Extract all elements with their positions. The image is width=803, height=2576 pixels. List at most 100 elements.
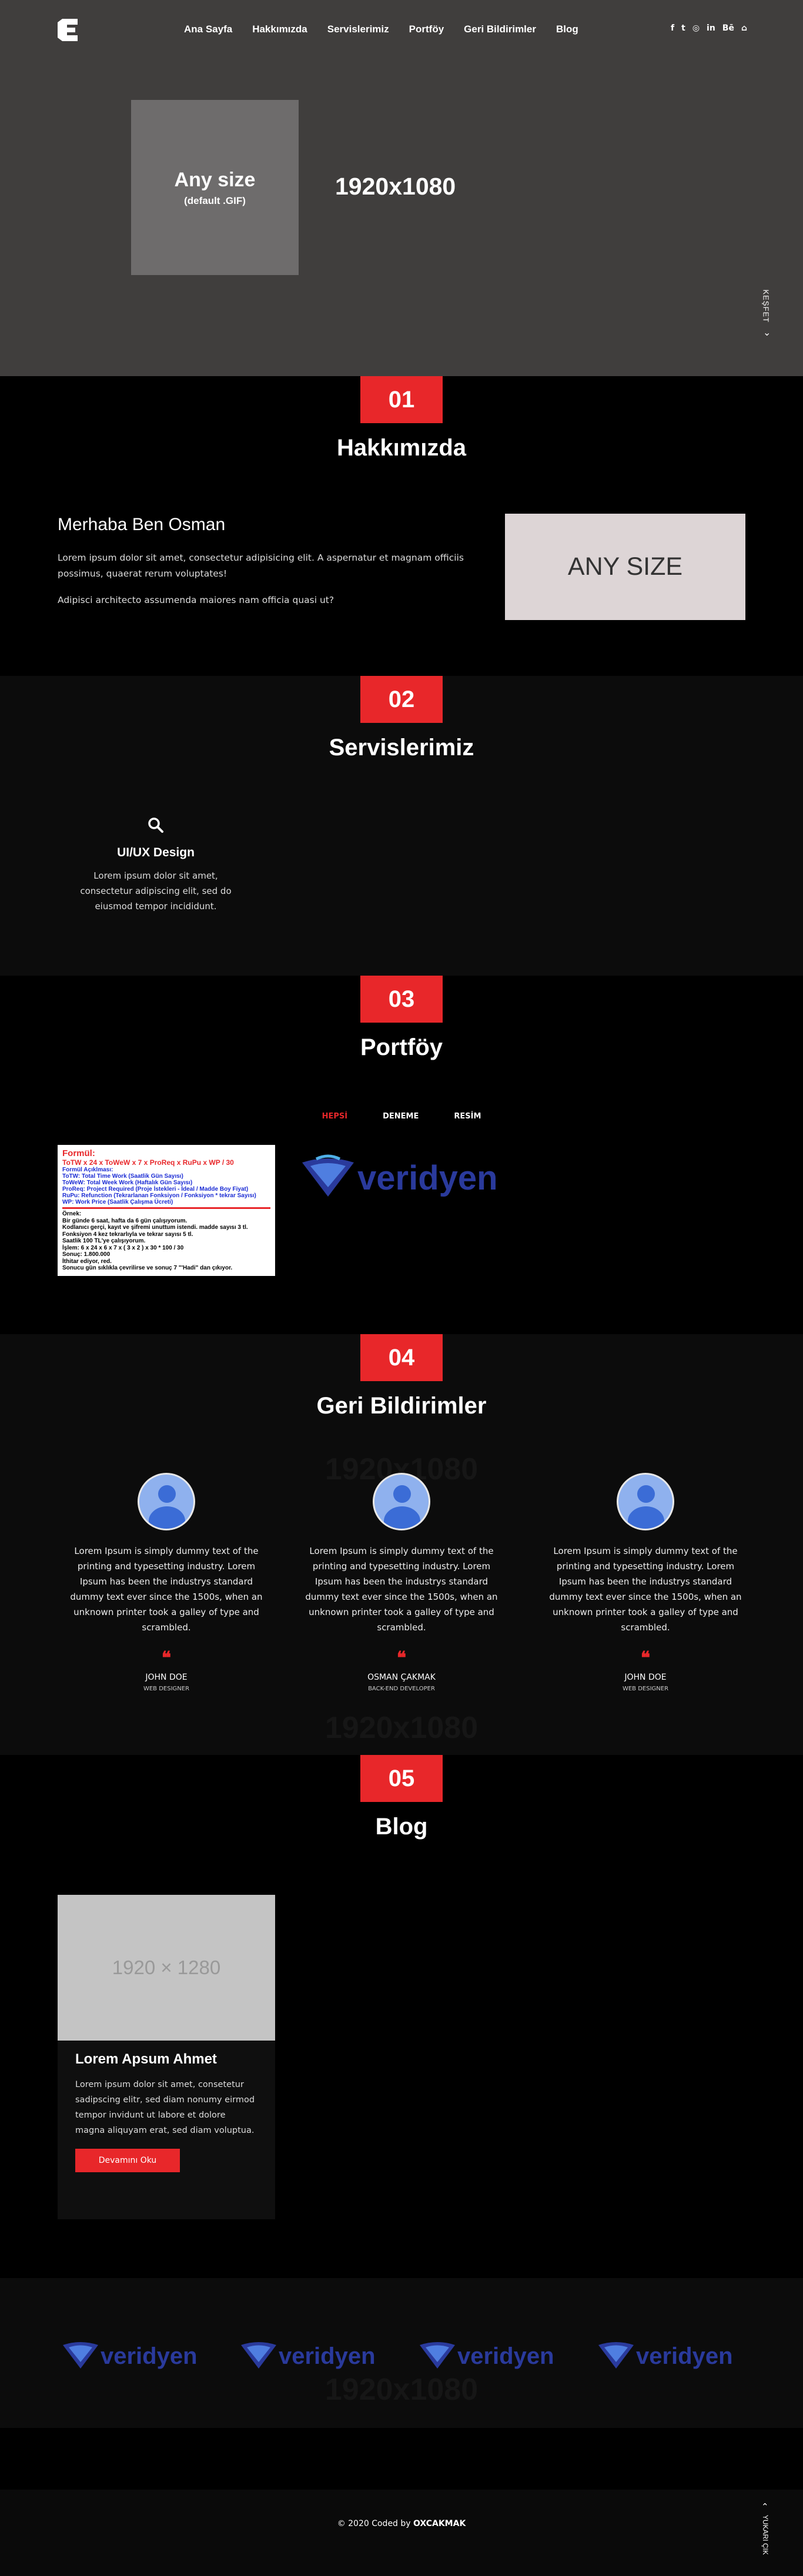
veridyen-logo-text: veridyen: [357, 1159, 498, 1197]
facebook-icon[interactable]: f: [671, 24, 674, 33]
client-logo: veridyen: [241, 2342, 376, 2369]
testimonial-card: Lorem Ipsum is simply dummy text of the …: [66, 1473, 266, 1692]
read-more-button[interactable]: Devamını Oku: [75, 2149, 180, 2172]
blog-post-title[interactable]: Lorem Apsum Ahmet: [75, 2051, 257, 2068]
section-title: Portföy: [360, 1034, 443, 1060]
formula-example-line: Sonucu gün sıklıkla çevrilirse ve sonuç …: [62, 1265, 233, 1271]
search-icon: [68, 817, 244, 838]
formula-legend-line: Formül Açıklması:: [62, 1167, 113, 1173]
formula-legend-line: ToWeW: Total Week Work (Haftalık Gün Say…: [62, 1180, 193, 1186]
background-watermark: 1920x1080: [324, 2373, 479, 2407]
section-title: Hakkımızda: [336, 435, 467, 461]
formula-legend-line: WP: Work Price (Saatlik Çalışma Ücreti): [62, 1199, 173, 1205]
section-title: Geri Bildirimler: [316, 1393, 487, 1419]
quote-icon: ❝: [161, 1648, 172, 1669]
filter-all[interactable]: HEPSİ: [322, 1112, 348, 1121]
quote-icon: ❝: [640, 1648, 651, 1669]
service-description: Lorem ipsum dolor sit amet, consectetur …: [80, 870, 232, 912]
formula-legend-line: ToTW: Total Time Work (Saatlik Gün Sayıs…: [62, 1173, 183, 1180]
testimonials-section: 04 Geri Bildirimler 1920x1080 1920x1080 …: [0, 1334, 803, 1755]
about-heading: Merhaba Ben Osman: [58, 515, 226, 534]
portfolio-filters: HEPSİ DENEME RESİM: [0, 1112, 803, 1121]
linkedin-icon[interactable]: in: [707, 24, 715, 33]
nav-item-about[interactable]: Hakkımızda: [252, 24, 307, 35]
formula-example-line: Bir günde 6 saat, hafta da 6 gün çalışıy…: [62, 1217, 188, 1224]
avatar: [373, 1473, 430, 1530]
twitter-icon[interactable]: t: [681, 24, 685, 33]
formula-divider: [62, 1207, 270, 1209]
testimonial-role: WEB DESIGNER: [622, 1686, 669, 1692]
testimonial-card: Lorem Ipsum is simply dummy text of the …: [546, 1473, 745, 1692]
copyright-prefix: © 2020 Coded by: [337, 2519, 414, 2528]
nav-item-portfolio[interactable]: Portföy: [409, 24, 444, 35]
behance-icon[interactable]: Bē: [722, 24, 734, 33]
formula-example-line: Saatlik 100 TL'ye çalışıyorum.: [62, 1238, 146, 1244]
nav-item-services[interactable]: Servislerimiz: [327, 24, 389, 35]
site-logo[interactable]: [56, 18, 79, 42]
social-links: f t ◎ in Bē ⌂: [671, 24, 747, 33]
nav-item-feedback[interactable]: Geri Bildirimler: [464, 24, 536, 35]
github-icon[interactable]: ⌂: [741, 24, 747, 33]
instagram-icon[interactable]: ◎: [692, 24, 700, 33]
avatar: [138, 1473, 195, 1530]
portfolio-section: 03 Portföy HEPSİ DENEME RESİM Formül: To…: [0, 976, 803, 1334]
back-to-top-label: YUKARI ÇIK: [761, 2514, 769, 2555]
hero-gif-title: Any size: [174, 168, 256, 191]
about-image-placeholder: ANY SIZE: [505, 514, 745, 620]
chevron-up-icon: ⌃: [761, 2501, 769, 2512]
client-logo: veridyen: [420, 2342, 554, 2369]
discover-button[interactable]: KEŞFET ⌄: [761, 290, 772, 341]
formula-legend-line: ProReq: Project Required (Proje İstekler…: [62, 1186, 249, 1192]
formula-example-line: Örnek:: [62, 1211, 82, 1217]
section-title: Servislerimiz: [329, 735, 474, 761]
background-watermark: 1920x1080: [324, 1711, 479, 1745]
copyright-author[interactable]: OXCAKMAK: [413, 2519, 466, 2528]
quote-icon: ❝: [396, 1648, 407, 1669]
blog-card: 1920 × 1280 Lorem Apsum Ahmet Lorem ipsu…: [58, 1895, 275, 2219]
testimonial-name: OSMAN ÇAKMAK: [367, 1673, 436, 1682]
formula-example-line: Fonksiyon 4 kez tekrarlıyla ve tekrar sa…: [62, 1231, 193, 1238]
formula-example-line: Sonuç: 1.800.000: [62, 1251, 111, 1258]
section-number: 02: [360, 676, 443, 723]
filter-deneme[interactable]: DENEME: [383, 1112, 419, 1121]
discover-label: KEŞFET: [761, 289, 771, 323]
nav-item-blog[interactable]: Blog: [556, 24, 578, 35]
section-number: 01: [360, 376, 443, 423]
testimonial-quote: Lorem Ipsum is simply dummy text of the …: [70, 1546, 263, 1633]
testimonial-role: BACK-END DEVELOPER: [368, 1686, 435, 1692]
client-logo-text: veridyen: [279, 2343, 376, 2369]
testimonial-card: Lorem Ipsum is simply dummy text of the …: [302, 1473, 501, 1692]
section-title: Blog: [375, 1814, 428, 1840]
client-logo-text: veridyen: [101, 2343, 198, 2369]
filter-resim[interactable]: RESİM: [454, 1112, 481, 1121]
formula-example-line: Kodlanıcı gerçi, kayıt ve şifremi unuttu…: [62, 1224, 248, 1231]
footer: © 2020 Coded by OXCAKMAK ⌃ YUKARI ÇIK: [0, 2490, 803, 2576]
about-paragraph-2: Adipisci architecto assumenda maiores na…: [58, 595, 334, 605]
page: Ana Sayfa Hakkımızda Servislerimiz Portf…: [0, 0, 803, 2576]
nav-item-home[interactable]: Ana Sayfa: [184, 24, 232, 35]
service-title: UI/UX Design: [117, 846, 195, 859]
portfolio-item-veridyen-logo[interactable]: veridyen: [299, 1151, 522, 1204]
about-section: 01 Hakkımızda Merhaba Ben Osman Lorem ip…: [0, 376, 803, 676]
testimonial-role: WEB DESIGNER: [143, 1686, 190, 1692]
service-card: UI/UX Design Lorem ipsum dolor sit amet,…: [68, 817, 244, 914]
formula-legend-line: RuPu: Refunction (Tekrarlanan Fonksiyon …: [62, 1192, 256, 1199]
main-nav: Ana Sayfa Hakkımızda Servislerimiz Portf…: [184, 24, 578, 35]
client-logo-text: veridyen: [636, 2343, 733, 2369]
testimonial-quote: Lorem Ipsum is simply dummy text of the …: [305, 1546, 498, 1633]
back-to-top-button[interactable]: ⌃ YUKARI ÇIK: [758, 2501, 772, 2560]
hero-section: Ana Sayfa Hakkımızda Servislerimiz Portf…: [0, 0, 803, 376]
avatar: [617, 1473, 674, 1530]
blog-section: 05 Blog 1920 × 1280 Lorem Apsum Ahmet Lo…: [0, 1755, 803, 2278]
testimonial-quote: Lorem Ipsum is simply dummy text of the …: [549, 1546, 742, 1633]
chevron-down-icon: ⌄: [763, 327, 771, 338]
hero-gif-subtitle: (default .GIF): [184, 195, 246, 206]
hero-gif-placeholder: Any size (default .GIF): [131, 100, 299, 275]
portfolio-item-formula[interactable]: Formül: ToTW x 24 x ToWeW x 7 x ProReq x…: [58, 1145, 275, 1276]
client-logo-text: veridyen: [457, 2343, 554, 2369]
hero-resolution-text: 1920x1080: [335, 173, 456, 200]
blog-image-placeholder[interactable]: 1920 × 1280: [58, 1895, 275, 2041]
formula-heading: Formül:: [62, 1148, 95, 1158]
copyright: © 2020 Coded by OXCAKMAK: [0, 2519, 803, 2528]
testimonial-name: JOHN DOE: [624, 1673, 667, 1682]
